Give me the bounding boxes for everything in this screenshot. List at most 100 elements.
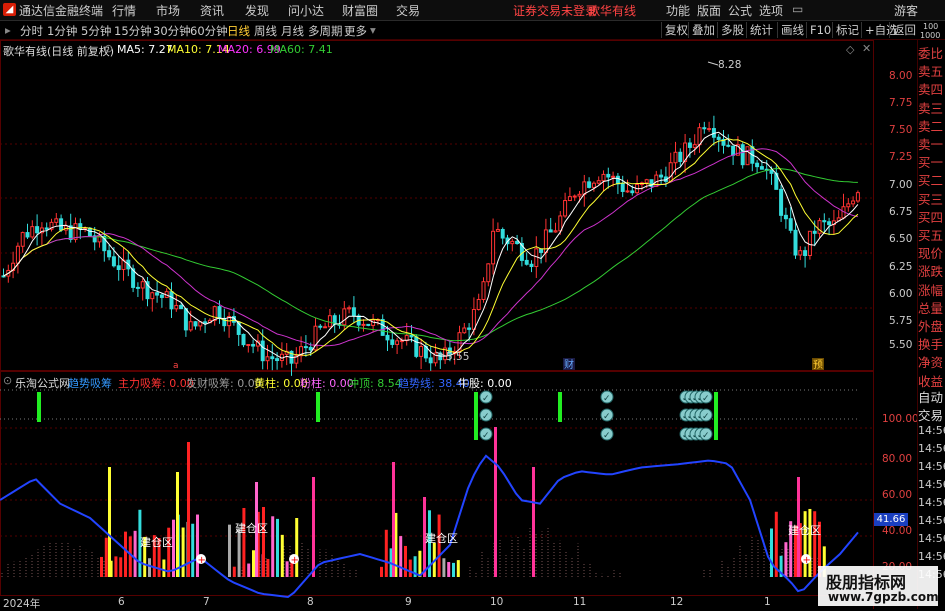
x-axis-label: 6	[118, 596, 125, 608]
ma10-line	[3, 138, 859, 357]
event-marker-a[interactable]: a	[173, 361, 179, 371]
x-axis-label: 1	[764, 596, 771, 608]
svg-text:+: +	[803, 555, 811, 566]
action-f10[interactable]: F10	[806, 22, 834, 38]
main-y-tick: 6.50	[889, 233, 913, 245]
candle-body	[587, 181, 592, 188]
candle-body	[217, 306, 222, 319]
menu-market[interactable]: 市场	[156, 2, 180, 19]
candle-body	[572, 195, 577, 198]
action-multi-stock[interactable]: 多股	[717, 22, 747, 38]
sub-bar	[813, 511, 817, 577]
trade-login-status[interactable]: 证券交易未登录	[513, 2, 597, 19]
period-monthly[interactable]: 月线	[281, 23, 304, 39]
candle-body	[577, 193, 582, 197]
candle-body	[327, 315, 332, 328]
main-y-tick: 7.75	[889, 97, 913, 109]
candle-body	[582, 181, 587, 195]
sub-bar	[399, 536, 403, 577]
quote-row-label: 现价	[918, 246, 944, 262]
period-multi[interactable]: 多周期	[308, 23, 343, 39]
sub-legend-item: 粉柱: 0.00	[300, 377, 354, 390]
candle-body	[203, 321, 208, 324]
period-more[interactable]: 更多	[344, 23, 367, 39]
candle-body	[265, 356, 270, 362]
period-5min[interactable]: 5分钟	[81, 23, 111, 39]
toolbar-collapse-icon[interactable]: ▸	[5, 23, 11, 37]
action-stats[interactable]: 统计	[746, 22, 776, 38]
period-30min[interactable]: 30分钟	[153, 23, 191, 39]
candle-body	[275, 358, 280, 362]
main-y-tick: 6.00	[889, 288, 913, 300]
sub-bar	[808, 508, 812, 577]
sub-bar	[770, 528, 773, 577]
menu-wealth[interactable]: 财富圈	[342, 2, 378, 19]
sub-bar	[266, 558, 270, 577]
high-price-label: 8.28	[718, 59, 741, 71]
menu-news[interactable]: 资讯	[200, 2, 224, 19]
sub-bar	[384, 529, 388, 577]
chart-area[interactable]: 8.28 5.55 a 财 预 ✓✓✓✓✓✓✓✓✓✓✓✓✓✓✓✓✓✓✓✓✓ 建仓…	[0, 40, 917, 609]
trade-time: 14:56	[918, 424, 945, 437]
svg-text:+: +	[291, 555, 299, 566]
panel-options-icon[interactable]: ◇	[846, 43, 854, 56]
sub-bar	[148, 558, 151, 577]
period-15min[interactable]: 15分钟	[114, 23, 152, 39]
candle-body	[395, 340, 400, 345]
menu-options[interactable]: 选项	[759, 2, 783, 19]
menu-quotes[interactable]: 行情	[112, 2, 136, 19]
quote-row-label: 总量	[918, 300, 944, 316]
candle-body	[611, 175, 616, 178]
x-axis-label: 10	[490, 596, 504, 608]
candle-body	[361, 323, 366, 326]
menu-trade[interactable]: 交易	[396, 2, 420, 19]
period-1min[interactable]: 1分钟	[47, 23, 77, 39]
candle-body	[625, 190, 630, 193]
sub-bar	[404, 545, 407, 577]
period-60min[interactable]: 60分钟	[190, 23, 228, 39]
action-draw[interactable]: 画线	[777, 22, 807, 38]
ma5-line	[3, 131, 859, 359]
panel-close-icon[interactable]: ✕	[862, 42, 871, 55]
candle-body	[491, 230, 496, 265]
x-axis-label: 12	[670, 596, 684, 608]
action-overlay[interactable]: 叠加	[688, 22, 718, 38]
sub-bar	[280, 534, 284, 577]
peak-signal-bar	[714, 392, 718, 440]
period-tick[interactable]: 分时	[20, 23, 43, 39]
minimize-icon[interactable]: ▭	[792, 2, 803, 16]
main-y-tick: 7.50	[889, 124, 913, 136]
sub-spike	[532, 467, 535, 577]
action-back[interactable]: 返回	[889, 22, 919, 38]
menu-layout[interactable]: 版面	[697, 2, 721, 19]
sub-legend-item: 趋势吸筹	[68, 377, 112, 390]
menu-formula[interactable]: 公式	[728, 2, 752, 19]
sub-settings-icon[interactable]: ⊙	[3, 374, 12, 387]
menu-ask[interactable]: 问小达	[288, 2, 324, 19]
current-trend-value: 41.66	[874, 513, 908, 526]
action-mark[interactable]: 标记	[832, 22, 862, 38]
period-daily[interactable]: 日线	[227, 23, 250, 39]
candle-body	[495, 229, 500, 232]
action-adjust[interactable]: 复权	[661, 22, 691, 38]
forecast-marker[interactable]: 预	[813, 359, 823, 371]
watermark-url: www.7gpzb.com	[828, 590, 939, 604]
sub-spike	[312, 477, 315, 577]
period-weekly[interactable]: 周线	[254, 23, 277, 39]
candle-body	[510, 240, 515, 245]
ma60-legend: MA60: 7.41	[270, 43, 333, 56]
main-y-tick: 5.50	[889, 339, 913, 351]
quote-row-label[interactable]: 自动	[918, 387, 945, 406]
app-title: 通达信金融终端	[19, 4, 104, 18]
menu-discover[interactable]: 发现	[245, 2, 269, 19]
candle-body	[851, 200, 856, 205]
finance-marker[interactable]: 财	[564, 358, 574, 371]
more-dropdown-icon[interactable]: ▾	[370, 23, 376, 37]
menu-function[interactable]: 功能	[666, 2, 690, 19]
guest-label[interactable]: 游客	[894, 2, 918, 19]
sub-bar	[295, 518, 299, 577]
candle-body	[769, 169, 774, 174]
legend-settings-icon[interactable]: ⊙	[104, 42, 113, 55]
candle-body	[44, 227, 49, 230]
quote-row-label[interactable]: 交易	[918, 405, 945, 424]
